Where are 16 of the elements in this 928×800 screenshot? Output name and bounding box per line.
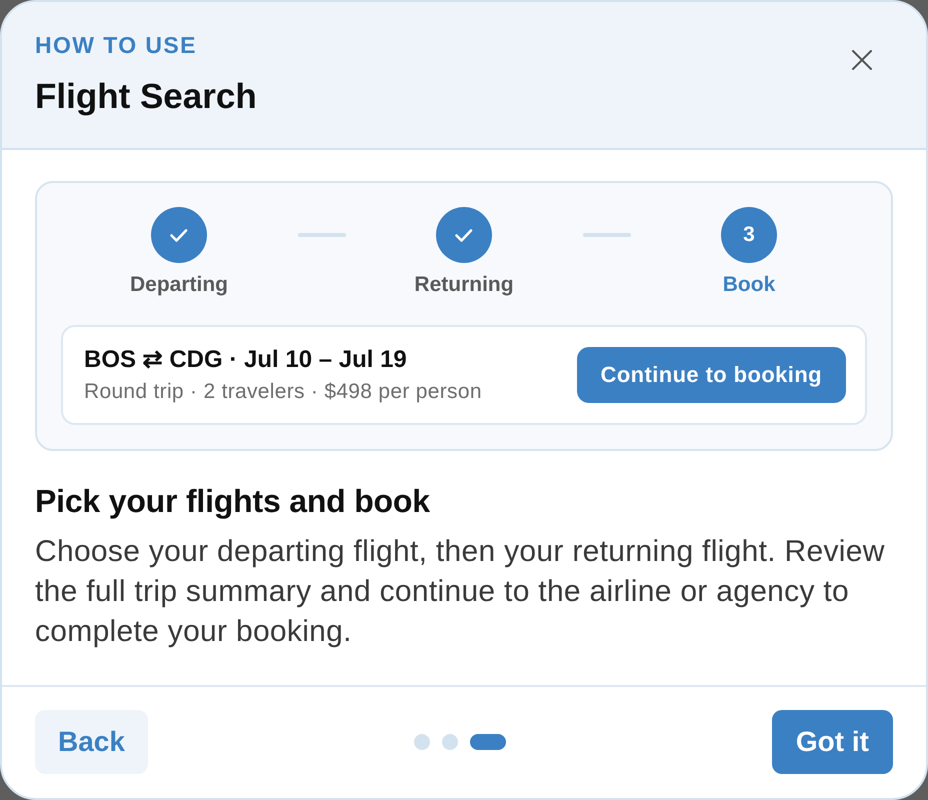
section-heading: Pick your flights and book (35, 483, 431, 519)
trip-details: Round trip · 2 travelers · $498 per person (84, 379, 482, 404)
description-text: Choose your departing flight, then your returning flight. Review the full trip summary and continue to the airline or agency to complete your booking. (35, 534, 886, 650)
dialog-title: Flight Search (35, 77, 257, 117)
step-label[interactable]: Returning (414, 273, 514, 297)
continue-button[interactable]: Continue to booking (576, 347, 846, 403)
eyebrow-label: HOW TO USE (35, 32, 198, 58)
step-connector (583, 233, 631, 237)
close-icon (852, 50, 872, 70)
trip-route: BOS ⇄ CDG · Jul 10 – Jul 19 (84, 346, 408, 374)
step-connector (298, 233, 346, 237)
step-label[interactable]: Book (722, 273, 776, 297)
step-label[interactable]: Departing (130, 273, 228, 297)
back-button[interactable]: Back (35, 710, 148, 774)
got-it-button[interactable]: Got it (772, 710, 893, 774)
step-number: 3 (721, 207, 777, 263)
